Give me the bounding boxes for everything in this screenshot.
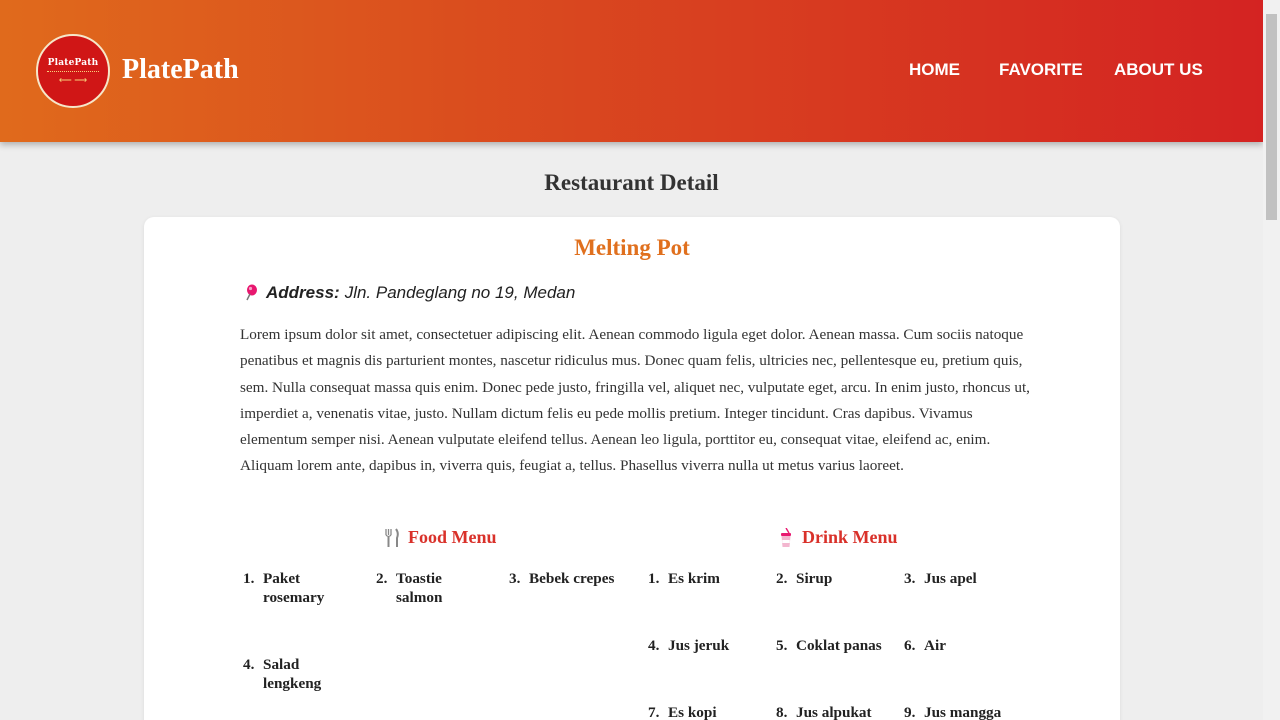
drink-item-name: Es krim <box>668 570 720 587</box>
drink-item-name: Coklat panas <box>796 637 882 654</box>
drink-menu-title: Drink Menu <box>778 527 898 548</box>
food-item-number: 4. <box>243 656 255 673</box>
page-scrollbar[interactable] <box>1263 0 1280 720</box>
nav-about-us-link[interactable]: ABOUT US <box>1114 60 1203 80</box>
logo-text: PlatePath <box>47 57 99 68</box>
restaurant-address: Address: Jln. Pandeglang no 19, Medan <box>244 283 575 303</box>
fork-knife-icon <box>385 527 399 547</box>
platepath-logo[interactable]: PlatePath ⟵ ⟶ <box>36 34 110 108</box>
food-item-name: Salad lengkeng <box>263 656 322 692</box>
location-pin-icon <box>244 284 258 302</box>
restaurant-description: Lorem ipsum dolor sit amet, consectetuer… <box>240 326 1030 475</box>
drink-item-number: 7. <box>648 704 660 720</box>
drink-item-number: 2. <box>776 570 788 587</box>
drink-item-number: 4. <box>648 637 660 654</box>
food-item-number: 2. <box>376 570 388 587</box>
drink-item-number: 1. <box>648 570 660 587</box>
logo-divider <box>47 70 99 73</box>
drink-item-name: Jus mangga <box>924 704 1002 720</box>
nav-home-link[interactable]: HOME <box>909 60 960 80</box>
drink-menu-label: Drink Menu <box>802 527 898 547</box>
app-header: PlatePath ⟵ ⟶ PlatePath HOME FAVORITE AB… <box>0 0 1263 142</box>
food-item-name: Bebek crepes <box>529 570 615 587</box>
restaurant-detail-card: Melting Pot Address: Jln. Pandeglang no … <box>144 217 1120 720</box>
drink-item-number: 6. <box>904 637 916 654</box>
drink-item-number: 9. <box>904 704 916 720</box>
drink-item-name: Jus alpukat <box>796 704 872 720</box>
page-title: Restaurant Detail <box>544 170 719 195</box>
food-item-number: 1. <box>243 570 255 587</box>
drink-item-name: Sirup <box>796 570 833 587</box>
food-menu-title: Food Menu <box>384 527 497 548</box>
food-item-name: Paket rosemary <box>263 570 325 606</box>
brand-name[interactable]: PlatePath <box>122 54 239 86</box>
scrollbar-thumb[interactable] <box>1266 14 1277 220</box>
drink-item-name: Jus jeruk <box>668 637 730 654</box>
drink-item-name: Jus apel <box>924 570 977 587</box>
cutlery-icon: ⟵ ⟶ <box>58 74 88 85</box>
drink-item-name: Es kopi <box>668 704 717 720</box>
address-value: Jln. Pandeglang no 19, Medan <box>344 283 576 302</box>
drink-item-name: Air <box>924 637 946 654</box>
food-menu-label: Food Menu <box>408 527 497 547</box>
drink-item-number: 3. <box>904 570 916 587</box>
drink-item-number: 8. <box>776 704 788 720</box>
drink-item-number: 5. <box>776 637 788 654</box>
restaurant-name: Melting Pot <box>574 235 690 260</box>
address-label: Address: <box>266 283 340 302</box>
drink-cup-icon <box>781 527 791 547</box>
food-item-number: 3. <box>509 570 521 587</box>
nav-favorite-link[interactable]: FAVORITE <box>999 60 1083 80</box>
food-item-name: Toastie salmon <box>396 570 443 606</box>
